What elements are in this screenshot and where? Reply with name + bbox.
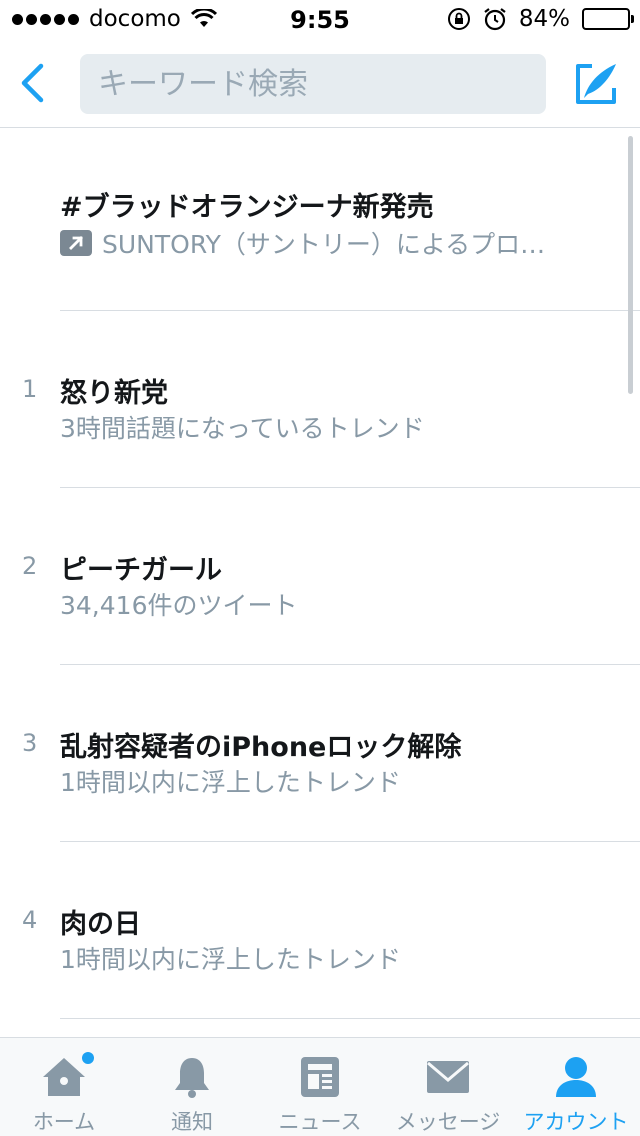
tab-notifications[interactable]: 通知 bbox=[128, 1038, 256, 1136]
trend-subtitle: 34,416件のツイート bbox=[60, 591, 298, 620]
promoted-trend-item[interactable]: #ブラッドオランジーナ新発売 SUNTORY（サントリー）によるプロ… bbox=[0, 129, 640, 311]
trend-title: #ブラッドオランジーナ新発売 bbox=[60, 192, 434, 223]
search-input[interactable] bbox=[98, 66, 528, 102]
trend-item[interactable]: 1 怒り新党 3時間話題になっているトレンド bbox=[0, 311, 640, 488]
battery-icon bbox=[582, 8, 634, 30]
back-button[interactable] bbox=[14, 58, 50, 108]
promoted-by-text: SUNTORY（サントリー）によるプロ… bbox=[102, 230, 546, 259]
tab-label: メッセージ bbox=[395, 1110, 501, 1134]
news-icon bbox=[300, 1054, 340, 1100]
trend-subtitle: SUNTORY（サントリー）によるプロ… bbox=[60, 225, 600, 261]
orientation-lock-icon bbox=[447, 8, 470, 30]
status-right: 84% bbox=[447, 6, 634, 32]
trend-rank: 3 bbox=[22, 729, 38, 757]
alarm-icon bbox=[484, 8, 506, 31]
tab-label: アカウント bbox=[523, 1110, 629, 1134]
bell-icon bbox=[172, 1054, 212, 1100]
trend-title: ピーチガール bbox=[60, 555, 222, 586]
trend-title: 乱射容疑者のiPhoneロック解除 bbox=[60, 732, 462, 763]
divider bbox=[60, 1018, 640, 1019]
promoted-arrow-icon bbox=[60, 230, 92, 256]
trend-item[interactable]: 4 肉の日 1時間以内に浮上したトレンド bbox=[0, 842, 640, 1019]
battery-percentage: 84% bbox=[518, 6, 570, 32]
tab-home[interactable]: ホーム bbox=[0, 1038, 128, 1136]
notification-dot bbox=[82, 1052, 94, 1064]
trend-subtitle: 1時間以内に浮上したトレンド bbox=[60, 945, 401, 974]
compose-button[interactable] bbox=[570, 58, 622, 110]
search-header bbox=[0, 40, 640, 128]
trend-title: 怒り新党 bbox=[60, 378, 168, 409]
trend-rank: 1 bbox=[22, 375, 38, 403]
trend-title: 肉の日 bbox=[60, 909, 141, 940]
tab-label: ニュース bbox=[278, 1110, 362, 1134]
tab-news[interactable]: ニュース bbox=[256, 1038, 384, 1136]
trend-rank: 2 bbox=[22, 552, 38, 580]
scrollbar[interactable] bbox=[628, 136, 633, 394]
envelope-icon bbox=[426, 1054, 470, 1100]
person-icon bbox=[554, 1054, 598, 1100]
trend-rank: 4 bbox=[22, 906, 38, 934]
tab-account[interactable]: アカウント bbox=[512, 1038, 640, 1136]
trend-subtitle: 1時間以内に浮上したトレンド bbox=[60, 768, 401, 797]
tab-bar: ホーム 通知 ニュース メッセージ アカウント bbox=[0, 1037, 640, 1136]
home-icon bbox=[40, 1054, 88, 1100]
trend-item[interactable]: 3 乱射容疑者のiPhoneロック解除 1時間以内に浮上したトレンド bbox=[0, 665, 640, 842]
search-box[interactable] bbox=[80, 54, 546, 114]
tab-label: 通知 bbox=[171, 1110, 213, 1134]
status-bar: docomo 9:55 84% bbox=[0, 0, 640, 40]
compose-icon bbox=[576, 64, 616, 104]
trend-item[interactable]: 2 ピーチガール 34,416件のツイート bbox=[0, 488, 640, 665]
tab-label: ホーム bbox=[32, 1110, 96, 1134]
chevron-left-icon bbox=[21, 63, 44, 103]
tab-messages[interactable]: メッセージ bbox=[384, 1038, 512, 1136]
trend-list: #ブラッドオランジーナ新発売 SUNTORY（サントリー）によるプロ… 1 怒り… bbox=[0, 129, 640, 1019]
trend-subtitle: 3時間話題になっているトレンド bbox=[60, 414, 425, 443]
